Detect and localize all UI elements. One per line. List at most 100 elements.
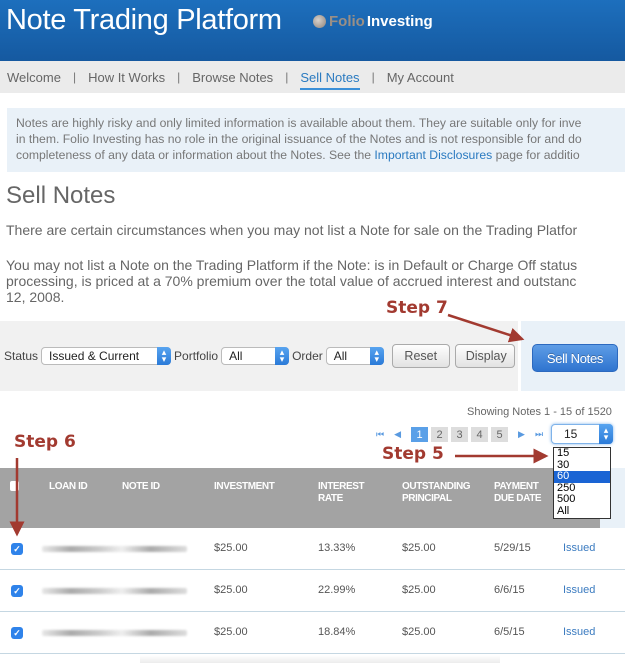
disclaimer-text: page for additio: [492, 148, 580, 162]
status-link[interactable]: Issued: [563, 626, 595, 638]
col-label: PAYMENT: [494, 481, 539, 492]
next-page-icon[interactable]: ▶: [518, 429, 525, 440]
order-label: Order: [292, 349, 323, 363]
per-page-option[interactable]: All: [554, 505, 610, 518]
select-updown-icon: ▴ ▾: [599, 423, 613, 444]
principal-cell: $25.00: [402, 542, 436, 554]
disclaimer-line: Notes are highly risky and only limited …: [16, 116, 582, 130]
due-date-cell: 5/29/15: [494, 542, 531, 554]
reset-button[interactable]: Reset: [391, 344, 450, 368]
nav-separator: |: [177, 70, 181, 84]
principal-cell: $25.00: [402, 626, 436, 638]
principal-cell: $25.00: [402, 584, 436, 596]
prev-page-icon[interactable]: ◀: [394, 429, 401, 440]
col-interest-rate[interactable]: INTEREST RATE: [318, 481, 365, 505]
status-select[interactable]: Issued & Current ▴ ▾: [41, 346, 172, 365]
nav-my-account[interactable]: My Account: [387, 70, 454, 85]
col-label: LOAN ID: [49, 481, 88, 492]
col-label: INVESTMENT: [214, 481, 275, 492]
rate-cell: 22.99%: [318, 584, 356, 596]
nav-separator: |: [371, 70, 375, 84]
select-all-checkbox[interactable]: [10, 481, 19, 491]
sell-notes-button[interactable]: Sell Notes: [532, 344, 618, 372]
risk-disclaimer: Notes are highly risky and only limited …: [7, 108, 625, 172]
col-label: NOTE ID: [122, 481, 160, 492]
col-label: OUTSTANDING: [402, 481, 471, 492]
investment-cell: $25.00: [214, 542, 248, 554]
col-label: RATE: [318, 493, 343, 504]
nav-welcome[interactable]: Welcome: [7, 70, 61, 85]
status-label: Status: [4, 349, 39, 363]
disclaimer-text: completeness of any data or information …: [16, 148, 375, 162]
order-select-value: All: [333, 349, 348, 363]
table-header: LOAN ID NOTE ID INVESTMENT INTEREST RATE …: [0, 468, 600, 528]
table-row: ✓ $25.00 22.99% $25.00 6/6/15 Issued: [0, 570, 625, 612]
filter-bar: Status Issued & Current ▴ ▾ Portfolio All…: [0, 321, 518, 391]
per-page-select[interactable]: 15 ▴ ▾: [551, 423, 613, 444]
redacted-ids: [42, 546, 187, 552]
main-nav: Welcome | How It Works | Browse Notes | …: [0, 61, 625, 93]
table-row: ✓ $25.00 13.33% $25.00 5/29/15 Issued: [0, 528, 625, 570]
col-label: INTEREST: [318, 481, 365, 492]
nav-sell-notes[interactable]: Sell Notes: [300, 70, 360, 90]
col-note-id[interactable]: NOTE ID: [122, 481, 160, 493]
col-investment[interactable]: INVESTMENT: [214, 481, 275, 493]
logo-investing-text: Investing: [366, 13, 433, 30]
last-page-icon[interactable]: ⏭: [535, 429, 543, 440]
col-outstanding-principal[interactable]: OUTSTANDING PRINCIPAL: [402, 481, 471, 505]
row-checkbox[interactable]: ✓: [11, 585, 23, 597]
per-page-option[interactable]: 15: [554, 447, 610, 460]
restrictions-line: processing, is priced at a 70% premium o…: [6, 273, 577, 289]
restrictions-line: You may not list a Note on the Trading P…: [6, 257, 578, 273]
portfolio-select[interactable]: All ▴ ▾: [221, 346, 290, 365]
col-label: DUE DATE: [494, 493, 542, 504]
step-7-label: Step 7: [386, 298, 448, 318]
select-updown-icon: ▴ ▾: [275, 346, 290, 365]
first-page-icon[interactable]: ⏮: [376, 429, 384, 440]
logo-folio-text: Folio: [329, 13, 365, 30]
display-button[interactable]: Display: [454, 344, 515, 368]
select-updown-icon: ▴ ▾: [157, 346, 172, 365]
col-loan-id[interactable]: LOAN ID: [49, 481, 88, 493]
app-title: Note Trading Platform: [6, 4, 282, 36]
nav-browse-notes[interactable]: Browse Notes: [192, 70, 273, 85]
status-link[interactable]: Issued: [563, 584, 595, 596]
table-row: ✓ $25.00 18.84% $25.00 6/5/15 Issued: [0, 612, 625, 654]
important-disclosures-link[interactable]: Important Disclosures: [374, 148, 492, 162]
nav-how-it-works[interactable]: How It Works: [88, 70, 165, 85]
page-1-button[interactable]: 1: [411, 427, 429, 442]
bottom-shadow: [140, 655, 500, 663]
restrictions-line: 12, 2008.: [6, 289, 65, 305]
status-select-value: Issued & Current: [49, 349, 140, 363]
per-page-dropdown: 15 30 60 250 500 All: [553, 447, 611, 519]
folio-investing-logo[interactable]: Folio Investing: [313, 13, 433, 30]
restrictions-text: You may not list a Note on the Trading P…: [6, 257, 577, 305]
rate-cell: 18.84%: [318, 626, 356, 638]
page-5-button[interactable]: 5: [491, 427, 509, 442]
row-checkbox[interactable]: ✓: [11, 627, 23, 639]
redacted-ids: [42, 630, 187, 636]
page-title: Sell Notes: [6, 182, 116, 209]
step-6-label: Step 6: [14, 432, 76, 452]
investment-cell: $25.00: [214, 626, 248, 638]
order-select[interactable]: All ▴ ▾: [325, 346, 384, 365]
status-link[interactable]: Issued: [563, 542, 595, 554]
nav-separator: |: [72, 70, 77, 84]
nav-separator: |: [285, 70, 289, 84]
step-5-label: Step 5: [382, 444, 444, 464]
due-date-cell: 6/5/15: [494, 626, 525, 638]
redacted-ids: [42, 588, 187, 594]
select-updown-icon: ▴ ▾: [369, 346, 384, 365]
page-3-button[interactable]: 3: [451, 427, 469, 442]
portfolio-select-value: All: [229, 349, 243, 363]
page-2-button[interactable]: 2: [431, 427, 449, 442]
row-checkbox[interactable]: ✓: [11, 543, 23, 555]
page-4-button[interactable]: 4: [471, 427, 489, 442]
due-date-cell: 6/6/15: [494, 584, 525, 596]
circumstances-text: There are certain circumstances when you…: [6, 222, 578, 238]
investment-cell: $25.00: [214, 584, 248, 596]
disclaimer-line: completeness of any data or information …: [16, 147, 625, 163]
folio-logo-icon: [313, 15, 326, 28]
col-payment-due-date[interactable]: PAYMENT DUE DATE: [494, 481, 542, 505]
portfolio-label: Portfolio: [174, 349, 219, 363]
